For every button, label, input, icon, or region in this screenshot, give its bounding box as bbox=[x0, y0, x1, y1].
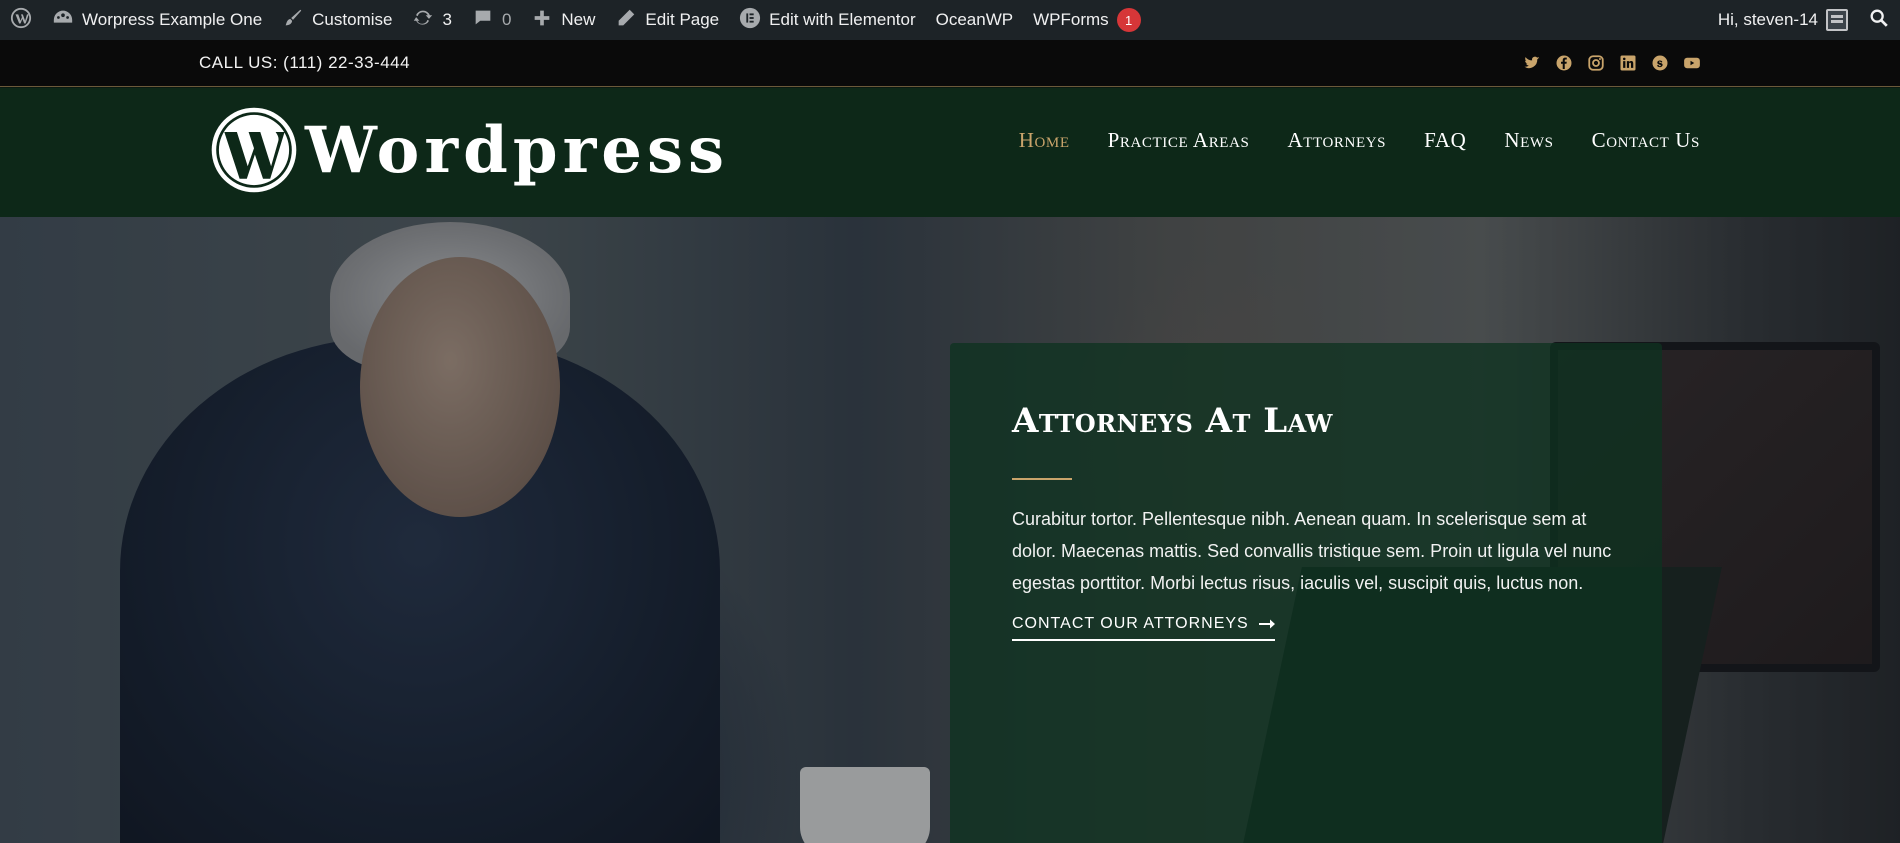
cta-label: CONTACT OUR ATTORNEYS bbox=[1012, 615, 1249, 632]
twitter-icon[interactable] bbox=[1522, 53, 1542, 73]
main-navigation: Home Practice Areas Attorneys FAQ News C… bbox=[1019, 128, 1700, 153]
hero-section: Attorneys At Law Curabitur tortor. Pelle… bbox=[0, 217, 1900, 843]
contact-attorneys-button[interactable]: CONTACT OUR ATTORNEYS bbox=[1012, 615, 1275, 641]
site-name-label: Worpress Example One bbox=[82, 10, 263, 29]
updates-link[interactable]: 3 bbox=[402, 0, 461, 40]
comments-count: 0 bbox=[501, 10, 512, 29]
site-logo[interactable]: Wordpress bbox=[209, 105, 729, 195]
nav-item-attorneys[interactable]: Attorneys bbox=[1287, 128, 1386, 153]
greeting-label: Hi, steven-14 bbox=[1717, 10, 1818, 29]
edit-page-link[interactable]: Edit Page bbox=[605, 0, 729, 40]
arrow-right-icon bbox=[1258, 619, 1275, 629]
updates-count: 3 bbox=[442, 10, 452, 29]
comments-link[interactable]: 0 bbox=[462, 0, 521, 40]
linkedin-icon[interactable] bbox=[1618, 53, 1638, 73]
customise-label: Customise bbox=[312, 10, 393, 29]
wpforms-label: WPForms bbox=[1033, 10, 1109, 29]
user-account-menu[interactable]: Hi, steven-14 bbox=[1708, 0, 1858, 40]
wordpress-icon bbox=[10, 7, 32, 34]
pencil-icon bbox=[615, 7, 637, 34]
instagram-icon[interactable] bbox=[1586, 53, 1606, 73]
title-divider bbox=[1012, 478, 1072, 480]
wordpress-logo-icon bbox=[211, 107, 297, 193]
elementor-icon bbox=[739, 7, 761, 34]
edit-with-elementor-link[interactable]: Edit with Elementor bbox=[729, 0, 925, 40]
nav-item-news[interactable]: News bbox=[1504, 128, 1553, 153]
social-links bbox=[1522, 53, 1702, 73]
notification-badge: 1 bbox=[1116, 8, 1141, 32]
new-label: New bbox=[561, 10, 596, 29]
youtube-icon[interactable] bbox=[1682, 53, 1702, 73]
skype-icon[interactable] bbox=[1650, 53, 1670, 73]
nav-item-practice-areas[interactable]: Practice Areas bbox=[1108, 128, 1250, 153]
admin-bar: Worpress Example One Customise 3 0 New E… bbox=[0, 0, 1900, 40]
nav-item-home[interactable]: Home bbox=[1019, 128, 1070, 153]
oceanwp-label: OceanWP bbox=[935, 10, 1014, 29]
customise-link[interactable]: Customise bbox=[272, 0, 402, 40]
dashboard-icon bbox=[52, 7, 74, 34]
hero-text-card: Attorneys At Law Curabitur tortor. Pelle… bbox=[950, 343, 1662, 843]
search-icon bbox=[1868, 7, 1890, 34]
logo-wordmark: Wordpress bbox=[305, 112, 730, 188]
nav-item-contact-us[interactable]: Contact Us bbox=[1592, 128, 1700, 153]
new-content-menu[interactable]: New bbox=[521, 0, 605, 40]
hero-title: Attorneys At Law bbox=[1012, 401, 1333, 441]
oceanwp-menu[interactable]: OceanWP bbox=[926, 0, 1023, 40]
search-button[interactable] bbox=[1858, 0, 1900, 40]
plus-icon bbox=[531, 7, 553, 34]
paintbrush-icon bbox=[282, 7, 304, 34]
comment-icon bbox=[472, 7, 494, 34]
nav-item-faq[interactable]: FAQ bbox=[1424, 128, 1466, 153]
edit-with-elementor-label: Edit with Elementor bbox=[769, 10, 916, 29]
updates-icon bbox=[412, 7, 434, 34]
hero-description: Curabitur tortor. Pellentesque nibh. Aen… bbox=[1012, 509, 1612, 593]
wpforms-menu[interactable]: WPForms 1 bbox=[1023, 0, 1151, 40]
call-us-text: CALL US: (111) 22-33-444 bbox=[199, 53, 411, 72]
edit-page-label: Edit Page bbox=[645, 10, 720, 29]
wordpress-logo-menu[interactable] bbox=[0, 0, 42, 40]
site-header: Wordpress Home Practice Areas Attorneys … bbox=[0, 88, 1900, 217]
facebook-icon[interactable] bbox=[1554, 53, 1574, 73]
site-name-menu[interactable]: Worpress Example One bbox=[42, 0, 272, 40]
top-info-bar: CALL US: (111) 22-33-444 bbox=[0, 40, 1900, 87]
avatar bbox=[1826, 9, 1848, 31]
